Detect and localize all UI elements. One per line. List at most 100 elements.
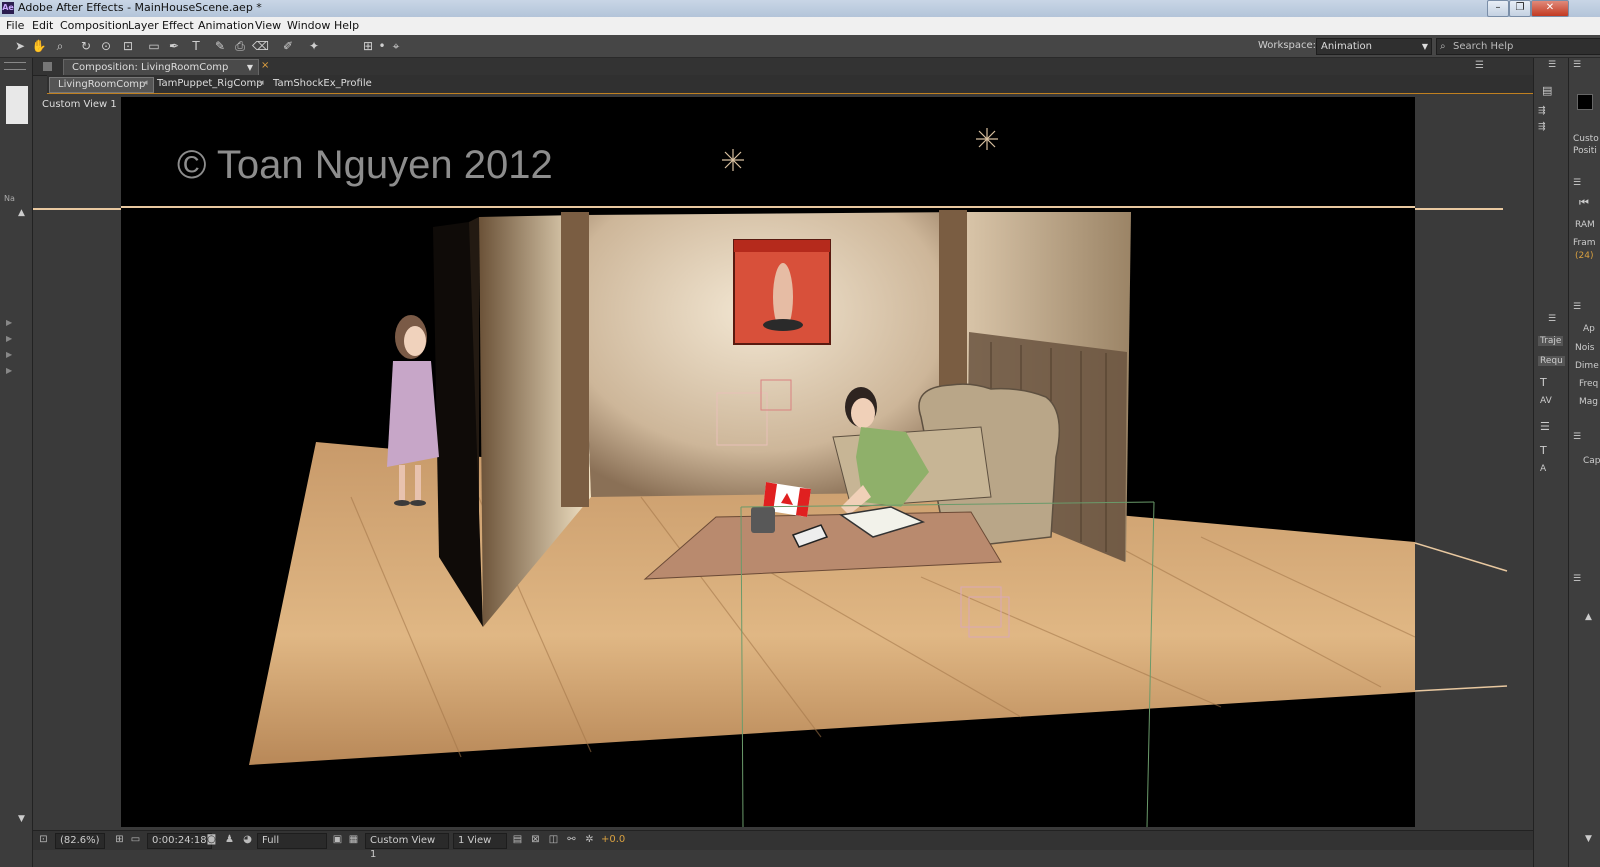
scroll-up-icon[interactable]: ▲: [1585, 612, 1592, 622]
clone-stamp-tool-icon[interactable]: ⎙: [232, 38, 248, 54]
zoom-tool-icon[interactable]: ⌕: [52, 38, 68, 54]
mask-visibility-icon[interactable]: ▭: [129, 833, 142, 847]
tab-composition-label: Composition: LivingRoomComp: [72, 62, 229, 73]
custom-label: Custo: [1573, 134, 1599, 144]
panel-menu-icon[interactable]: ☰: [1548, 60, 1556, 70]
scroll-down-icon[interactable]: ▼: [1585, 834, 1592, 844]
align-icon[interactable]: ⇶: [1538, 122, 1546, 132]
current-time-field[interactable]: 0:00:24:18: [147, 833, 212, 849]
camera-frustum-line: [1415, 542, 1508, 692]
expand-arrow-icon[interactable]: ▶: [6, 334, 12, 343]
scroll-down-icon[interactable]: ▼: [18, 814, 25, 824]
menu-help[interactable]: Help: [334, 19, 359, 32]
3d-view-select[interactable]: Custom View 1: [365, 833, 449, 860]
lock-icon[interactable]: [43, 62, 52, 71]
flowchart-icon[interactable]: ⚯: [565, 833, 578, 847]
panel-menu-icon[interactable]: ☰: [1573, 178, 1581, 188]
color-channel-icon[interactable]: ◕: [241, 833, 254, 847]
after-effects-app-icon: Ae: [2, 2, 14, 14]
menu-composition[interactable]: Composition: [60, 19, 129, 32]
project-panel-collapsed: Na ▲ ▶ ▶ ▶ ▶ ▼: [0, 58, 33, 867]
requirement-field[interactable]: Requ: [1538, 356, 1565, 366]
search-help-input[interactable]: ⌕ Search Help: [1436, 38, 1600, 55]
exposure-value[interactable]: +0.0: [601, 833, 625, 847]
rotation-tool-icon[interactable]: ↻: [78, 38, 94, 54]
text-tool-icon[interactable]: T: [1540, 444, 1547, 457]
composition-viewer[interactable]: © Toan Nguyen 2012: [121, 97, 1415, 827]
resolution-select[interactable]: Full: [257, 833, 327, 849]
menu-view[interactable]: View: [255, 19, 281, 32]
title-bar: Ae Adobe After Effects - MainHouseScene.…: [0, 0, 1600, 17]
light-gizmo-icon: [722, 149, 744, 171]
menu-file[interactable]: File: [6, 19, 24, 32]
close-tab-icon[interactable]: ×: [261, 60, 269, 71]
align-icon[interactable]: ⇶: [1538, 106, 1546, 116]
trajectory-field[interactable]: Traje: [1538, 336, 1564, 346]
puppet-pin-tool-icon[interactable]: ✦: [306, 38, 322, 54]
mug: [751, 507, 775, 533]
baseline-shift-icon[interactable]: A: [1540, 464, 1546, 474]
composition-panel: Composition: LivingRoomComp ▼ × ☰ Living…: [33, 58, 1533, 867]
panel-menu-icon[interactable]: [4, 62, 26, 70]
reset-exposure-icon[interactable]: ✲: [583, 833, 596, 847]
info-panel-icon[interactable]: ▤: [1542, 84, 1552, 97]
expand-arrow-icon[interactable]: ▶: [6, 366, 12, 375]
panel-menu-icon[interactable]: ☰: [1573, 302, 1581, 312]
menu-edit[interactable]: Edit: [32, 19, 53, 32]
panel-menu-icon[interactable]: ☰: [1475, 60, 1484, 71]
orbit-camera-tool-icon[interactable]: ⊙: [98, 38, 114, 54]
view-layout-select[interactable]: 1 View: [453, 833, 507, 849]
crumb-tamshockex-profile[interactable]: TamShockEx_Profile: [265, 77, 380, 91]
sort-up-icon[interactable]: ▲: [18, 208, 25, 218]
crumb-tampuppet-rigcomp[interactable]: TamPuppet_RigComp: [149, 77, 271, 91]
type-tool-icon[interactable]: T: [188, 38, 204, 54]
footage-thumbnail: [6, 86, 28, 124]
menu-bar: File Edit Composition Layer Effect Anima…: [0, 17, 1600, 36]
expand-arrow-icon[interactable]: ▶: [6, 318, 12, 327]
brush-tool-icon[interactable]: ✎: [212, 38, 228, 54]
text-tool-icon[interactable]: T: [1540, 376, 1547, 389]
frame-rate-label: Fram: [1573, 238, 1596, 248]
menu-effect[interactable]: Effect: [162, 19, 194, 32]
frame-rate-value[interactable]: (24): [1575, 251, 1593, 261]
color-swatch[interactable]: [1577, 94, 1593, 110]
transparency-grid-icon[interactable]: ▦: [347, 833, 360, 847]
workspace-select[interactable]: Animation ▼: [1316, 38, 1432, 55]
first-frame-icon[interactable]: ⏮: [1579, 196, 1589, 210]
rectangle-tool-icon[interactable]: ▭: [146, 38, 162, 54]
crumb-livingroomcomp[interactable]: LivingRoomComp: [49, 77, 155, 93]
kerning-icon[interactable]: AV: [1540, 396, 1552, 406]
menu-animation[interactable]: Animation: [198, 19, 254, 32]
minimize-button[interactable]: –: [1487, 0, 1509, 17]
paragraph-icon[interactable]: ☰: [1540, 420, 1550, 433]
pixel-aspect-icon[interactable]: ▤: [511, 833, 524, 847]
pen-tool-icon[interactable]: ✒: [166, 38, 182, 54]
noise-label: Nois: [1575, 343, 1595, 353]
region-of-interest-icon[interactable]: ▣: [331, 833, 344, 847]
always-preview-icon[interactable]: ⊡: [37, 833, 50, 847]
menu-layer[interactable]: Layer: [128, 19, 159, 32]
grid-guide-icon[interactable]: ⊞: [113, 833, 126, 847]
hand-tool-icon[interactable]: ✋: [31, 38, 47, 54]
panel-menu-icon[interactable]: ☰: [1573, 432, 1581, 442]
panel-menu-icon[interactable]: ☰: [1573, 574, 1581, 584]
menu-window[interactable]: Window: [287, 19, 330, 32]
timeline-icon[interactable]: ◫: [547, 833, 560, 847]
view-axis-icon[interactable]: ⌖: [388, 38, 404, 54]
tab-composition[interactable]: Composition: LivingRoomComp ▼: [63, 59, 259, 75]
snapshot-camera-icon[interactable]: ◙: [205, 833, 218, 847]
roto-brush-tool-icon[interactable]: ✐: [280, 38, 296, 54]
panel-menu-icon[interactable]: ☰: [1548, 314, 1556, 324]
expand-arrow-icon[interactable]: ▶: [6, 350, 12, 359]
light-gizmo-icon: [976, 128, 998, 150]
pan-behind-tool-icon[interactable]: ⊡: [120, 38, 136, 54]
restore-button[interactable]: ❐: [1509, 0, 1531, 17]
panel-menu-icon[interactable]: ☰: [1573, 60, 1581, 70]
show-snapshot-icon[interactable]: ♟: [223, 833, 236, 847]
fast-previews-icon[interactable]: ⊠: [529, 833, 542, 847]
selection-tool-icon[interactable]: ➤: [12, 38, 28, 54]
magnification-select[interactable]: (82.6%): [55, 833, 105, 849]
close-button[interactable]: ✕: [1531, 0, 1569, 17]
chevron-down-icon: ▼: [1421, 42, 1428, 51]
eraser-tool-icon[interactable]: ⌫: [252, 38, 269, 54]
